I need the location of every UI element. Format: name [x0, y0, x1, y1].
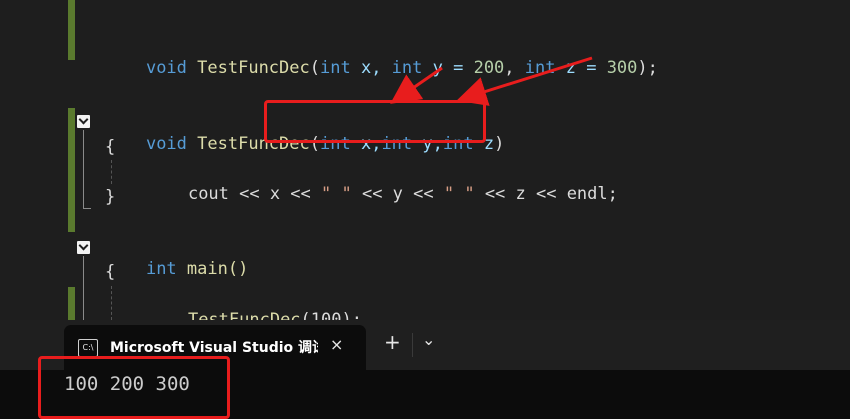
new-tab-button[interactable]: +: [384, 330, 401, 354]
terminal-icon: C:\: [78, 339, 98, 357]
arrow: [456, 56, 593, 106]
close-icon[interactable]: ×: [330, 335, 343, 354]
chevron-down-icon[interactable]: ⌄: [422, 330, 435, 349]
annotation-arrows: [390, 56, 593, 106]
arrow: [390, 66, 443, 104]
code-editor[interactable]: void TestFuncDec(int x, int y = 200, int…: [0, 0, 850, 330]
debug-console[interactable]: C:\ Microsoft Visual Studio 调试控制台 × + ⌄ …: [0, 320, 850, 419]
output-highlight-box: [38, 356, 230, 419]
tab-title: Microsoft Visual Studio 调试控制台: [110, 340, 318, 356]
divider: [412, 333, 413, 357]
